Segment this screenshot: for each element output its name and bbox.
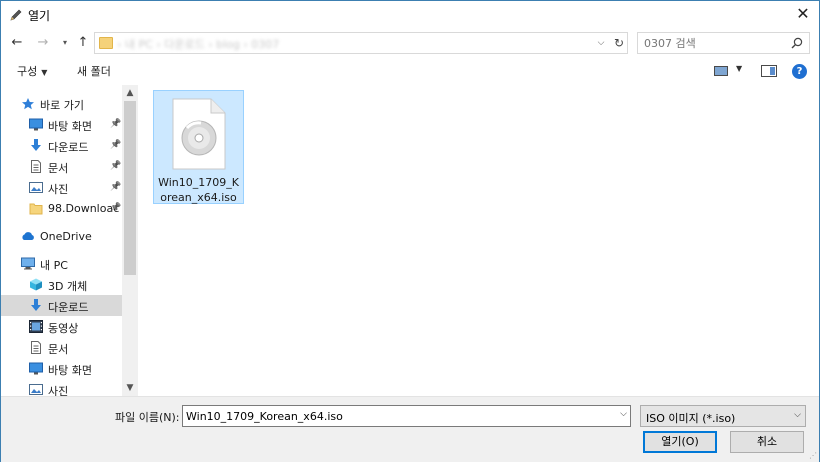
back-button[interactable]: ← xyxy=(9,35,25,51)
nav-item[interactable]: 바로 가기 xyxy=(1,93,122,114)
filetype-select[interactable]: ISO 이미지 (*.iso) ⌵ xyxy=(640,405,806,427)
caret-down-icon[interactable]: ▼ xyxy=(736,64,742,73)
folder-icon xyxy=(29,202,43,215)
nav-item[interactable]: 바탕 화면 xyxy=(1,358,122,379)
breadcrumb[interactable]: › 내 PC › 다운로드 › blog › 0307 xyxy=(117,36,407,52)
document-icon xyxy=(29,341,43,354)
nav-item-label: 내 PC xyxy=(40,259,68,272)
nav-item-label: 사진 xyxy=(48,183,69,196)
window-title: 열기 xyxy=(28,9,51,23)
nav-item-label: 바로 가기 xyxy=(40,99,84,112)
close-button[interactable]: ✕ xyxy=(791,3,815,25)
nav-item-label: 문서 xyxy=(48,162,69,175)
chevron-down-icon[interactable]: ⌵ xyxy=(594,35,608,51)
nav-item[interactable]: 98.Downloac 📌 xyxy=(1,198,122,219)
desktop-icon xyxy=(29,362,43,375)
nav-item-label: 다운로드 xyxy=(48,301,89,314)
pin-icon: 📌 xyxy=(110,203,122,213)
download-icon xyxy=(29,299,43,312)
forward-button[interactable]: → xyxy=(35,35,51,51)
pictures-icon xyxy=(29,383,43,396)
dialog-footer: 파일 이름(N): ⌵ ISO 이미지 (*.iso) ⌵ 열기(O) 취소 ⋰ xyxy=(1,396,819,462)
pin-icon: 📌 xyxy=(110,161,122,171)
nav-item-label: OneDrive xyxy=(40,230,92,243)
nav-item[interactable]: 다운로드 xyxy=(1,295,122,316)
nav-item[interactable]: 문서 xyxy=(1,337,122,358)
chevron-down-icon[interactable]: ⌵ xyxy=(620,409,627,419)
pin-icon: 📌 xyxy=(110,119,122,129)
nav-item-label: 바탕 화면 xyxy=(48,364,92,377)
scrollbar-thumb[interactable] xyxy=(124,101,136,275)
cube-icon xyxy=(29,278,43,291)
organize-label: 구성 xyxy=(17,65,38,78)
nav-item[interactable]: 동영상 xyxy=(1,316,122,337)
nav-item-label: 다운로드 xyxy=(48,141,89,154)
open-file-dialog: 열기 ✕ ← → ▾ ↑ › 내 PC › 다운로드 › blog › 0307… xyxy=(0,0,820,462)
nav-item-label: 문서 xyxy=(48,343,69,356)
search-icon[interactable] xyxy=(791,37,803,49)
search-input[interactable] xyxy=(644,35,784,51)
nav-item-label: 바탕 화면 xyxy=(48,120,92,133)
open-button[interactable]: 열기(O) xyxy=(643,431,717,453)
preview-pane-icon[interactable] xyxy=(761,65,777,77)
file-item[interactable]: Win10_1709_Korean_x64.iso xyxy=(153,90,244,204)
video-icon xyxy=(29,320,43,333)
scroll-up-arrow-icon[interactable]: ▲ xyxy=(122,85,138,101)
star-icon xyxy=(21,97,35,110)
recent-locations-button[interactable]: ▾ xyxy=(57,35,73,51)
pen-icon xyxy=(10,9,22,21)
nav-item-label: 사진 xyxy=(48,385,69,396)
filename-label: 파일 이름(N): xyxy=(115,411,180,424)
toolbar: 구성 ▼ 새 폴더 ▼ ? xyxy=(1,59,819,84)
file-list: Win10_1709_Korean_x64.iso xyxy=(138,85,819,396)
nav-item-label: 98.Downloac xyxy=(48,202,120,215)
nav-scrollbar[interactable]: ▲ ▼ xyxy=(122,85,138,396)
organize-button[interactable]: 구성 ▼ xyxy=(17,63,47,79)
nav-item[interactable]: 3D 개체 xyxy=(1,274,122,295)
address-bar[interactable]: › 내 PC › 다운로드 › blog › 0307 ⌵ ↻ xyxy=(94,32,628,54)
new-folder-button[interactable]: 새 폴더 xyxy=(77,63,111,79)
cloud-icon xyxy=(21,230,35,243)
nav-item[interactable]: 다운로드 📌 xyxy=(1,135,122,156)
pin-icon: 📌 xyxy=(110,140,122,150)
view-options-icon[interactable] xyxy=(714,66,728,76)
folder-icon xyxy=(99,37,113,49)
navigation-pane: 바로 가기 바탕 화면 📌 다운로드 📌 문서 📌 사진 📌 98.Downloac 📌 OneDri… xyxy=(1,85,138,396)
address-row: ← → ▾ ↑ › 내 PC › 다운로드 › blog › 0307 ⌵ ↻ xyxy=(1,29,819,59)
document-icon xyxy=(29,160,43,173)
nav-item[interactable]: 내 PC xyxy=(1,253,122,274)
download-icon xyxy=(29,139,43,152)
pin-icon: 📌 xyxy=(110,182,122,192)
nav-item[interactable]: 사진 📌 xyxy=(1,177,122,198)
nav-item-label: 동영상 xyxy=(48,322,79,335)
pictures-icon xyxy=(29,181,43,194)
filetype-value: ISO 이미지 (*.iso) xyxy=(646,412,736,425)
help-icon[interactable]: ? xyxy=(792,64,807,79)
disc-image-icon xyxy=(172,98,226,170)
scroll-down-arrow-icon[interactable]: ▼ xyxy=(122,380,138,396)
nav-item[interactable]: 바탕 화면 📌 xyxy=(1,114,122,135)
nav-item[interactable]: 사진 xyxy=(1,379,122,396)
nav-item[interactable]: 문서 📌 xyxy=(1,156,122,177)
pc-icon xyxy=(21,257,35,270)
title-bar: 열기 ✕ xyxy=(1,1,819,29)
chevron-down-icon: ⌵ xyxy=(794,410,801,420)
refresh-icon[interactable]: ↻ xyxy=(612,35,626,51)
up-button[interactable]: ↑ xyxy=(75,35,91,51)
filename-combobox[interactable]: ⌵ xyxy=(182,405,631,427)
cancel-button[interactable]: 취소 xyxy=(730,431,804,453)
search-box[interactable] xyxy=(637,32,810,54)
nav-item[interactable]: OneDrive xyxy=(1,226,122,247)
file-name: Win10_1709_Korean_x64.iso xyxy=(158,176,239,204)
filename-input[interactable] xyxy=(186,409,606,424)
nav-item-label: 3D 개체 xyxy=(48,280,88,293)
caret-down-icon: ▼ xyxy=(41,68,48,77)
desktop-icon xyxy=(29,118,43,131)
resize-grip-icon[interactable]: ⋰ xyxy=(809,451,817,460)
